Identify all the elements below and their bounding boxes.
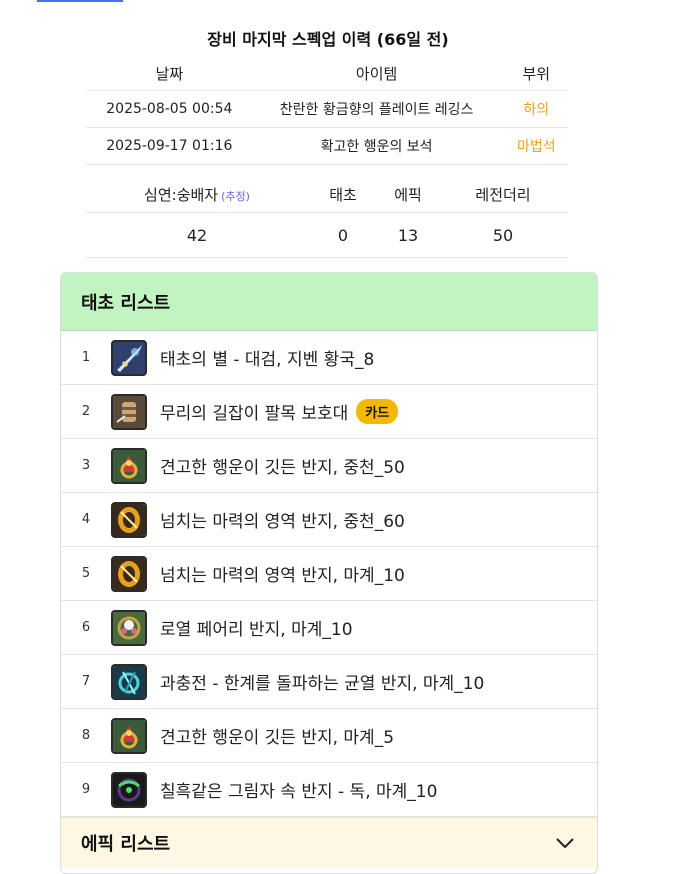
epic-list-title: 에픽 리스트 [81, 834, 171, 855]
ring-icon [111, 501, 147, 538]
ring-icon [111, 771, 147, 808]
primeval-list-card: 태초 리스트 1 태초의 별 - 대검, 지벤 황국_8 2 무리의 길잡이 팔… [60, 272, 598, 874]
list-item[interactable]: 1 태초의 별 - 대검, 지벤 황국_8 [61, 331, 597, 385]
stats-value-mode: 42 [186, 225, 208, 245]
history-header-row: 날짜 아이템 부위 [86, 56, 568, 91]
ring-icon [111, 663, 147, 700]
ring-icon [111, 609, 147, 646]
item-number: 8 [81, 728, 91, 743]
list-item[interactable]: 7 과충전 - 한계를 돌파하는 균열 반지, 마계_10 [61, 655, 597, 709]
item-number: 4 [81, 512, 91, 527]
item-name: 로열 페어리 반지, 마계_10 [160, 620, 353, 640]
stats-header-legendary: 레전더리 [475, 185, 531, 204]
item-name: 넘치는 마력의 영역 반지, 마계_10 [160, 566, 405, 586]
chevron-down-icon [556, 838, 574, 849]
history-date: 2025-08-05 00:54 [106, 101, 233, 117]
stats-header-primeval: 태초 [329, 185, 357, 204]
ring-icon [111, 447, 147, 484]
list-item[interactable]: 3 견고한 행운이 깃든 반지, 중천_50 [61, 439, 597, 493]
item-name: 과충전 - 한계를 돌파하는 균열 반지, 마계_10 [160, 674, 485, 694]
history-part: 하의 [523, 102, 550, 118]
list-item[interactable]: 8 견고한 행운이 깃든 반지, 마계_5 [61, 709, 597, 763]
history-item: 찬란한 황금향의 플레이트 레깅스 [279, 102, 474, 118]
top-accent-bar [37, 0, 123, 2]
item-name: 넘치는 마력의 영역 반지, 중천_60 [160, 512, 405, 532]
history-row: 2025-09-17 01:16 확고한 행운의 보석 마법석 [86, 128, 568, 165]
equipment-stats-table: 심연:숭배자 (추정) 태초 에픽 레전더리 42 0 13 50 [86, 176, 568, 258]
estimate-label: (추정) [221, 189, 250, 203]
item-name: 태초의 별 - 대검, 지벤 황국_8 [160, 350, 375, 370]
stats-value-primeval: 0 [337, 225, 349, 245]
header-item: 아이템 [355, 64, 398, 83]
item-name: 무리의 길잡이 팔목 보호대 [160, 404, 349, 424]
stats-header-epic: 에픽 [394, 185, 422, 204]
ring-icon [111, 717, 147, 754]
list-item[interactable]: 4 넘치는 마력의 영역 반지, 중천_60 [61, 493, 597, 547]
history-item: 확고한 행운의 보석 [320, 139, 433, 155]
list-item[interactable]: 2 무리의 길잡이 팔목 보호대 카드 [61, 385, 597, 439]
item-number: 5 [81, 566, 91, 581]
header-part: 부위 [522, 64, 551, 83]
item-name: 견고한 행운이 깃든 반지, 중천_50 [160, 458, 405, 478]
spec-history-table: 날짜 아이템 부위 2025-08-05 00:54 찬란한 황금향의 플레이트… [86, 56, 568, 165]
stats-value-epic: 13 [397, 225, 419, 245]
item-name: 견고한 행운이 깃든 반지, 마계_5 [160, 728, 395, 748]
item-number: 3 [81, 458, 91, 473]
list-item[interactable]: 9 칠흑같은 그림자 속 반지 - 독, 마계_10 [61, 763, 597, 817]
item-number: 1 [81, 350, 91, 365]
list-item[interactable]: 6 로열 페어리 반지, 마계_10 [61, 601, 597, 655]
item-number: 9 [81, 782, 91, 797]
epic-list-header[interactable]: 에픽 리스트 [61, 817, 597, 868]
item-name: 칠흑같은 그림자 속 반지 - 독, 마계_10 [160, 782, 438, 802]
stats-header-row: 심연:숭배자 (추정) 태초 에픽 레전더리 [86, 176, 568, 213]
stats-header-mode: 심연:숭배자 (추정) [144, 185, 250, 204]
ring-icon [111, 555, 147, 592]
item-number: 6 [81, 620, 91, 635]
stats-value-row: 42 0 13 50 [86, 213, 568, 258]
item-number: 2 [81, 404, 91, 419]
list-item[interactable]: 5 넘치는 마력의 영역 반지, 마계_10 [61, 547, 597, 601]
item-number: 7 [81, 674, 91, 689]
greatsword-icon [111, 339, 147, 376]
card-badge: 카드 [356, 399, 399, 424]
history-part: 마법석 [516, 139, 556, 155]
primeval-list-header: 태초 리스트 [61, 273, 597, 331]
history-date: 2025-09-17 01:16 [106, 138, 233, 154]
spec-history-title: 장비 마지막 스펙업 이력 (66일 전) [207, 30, 449, 49]
bracer-icon [111, 393, 147, 430]
header-date: 날짜 [155, 64, 184, 83]
history-row: 2025-08-05 00:54 찬란한 황금향의 플레이트 레깅스 하의 [86, 91, 568, 128]
stats-value-legendary: 50 [492, 225, 514, 245]
